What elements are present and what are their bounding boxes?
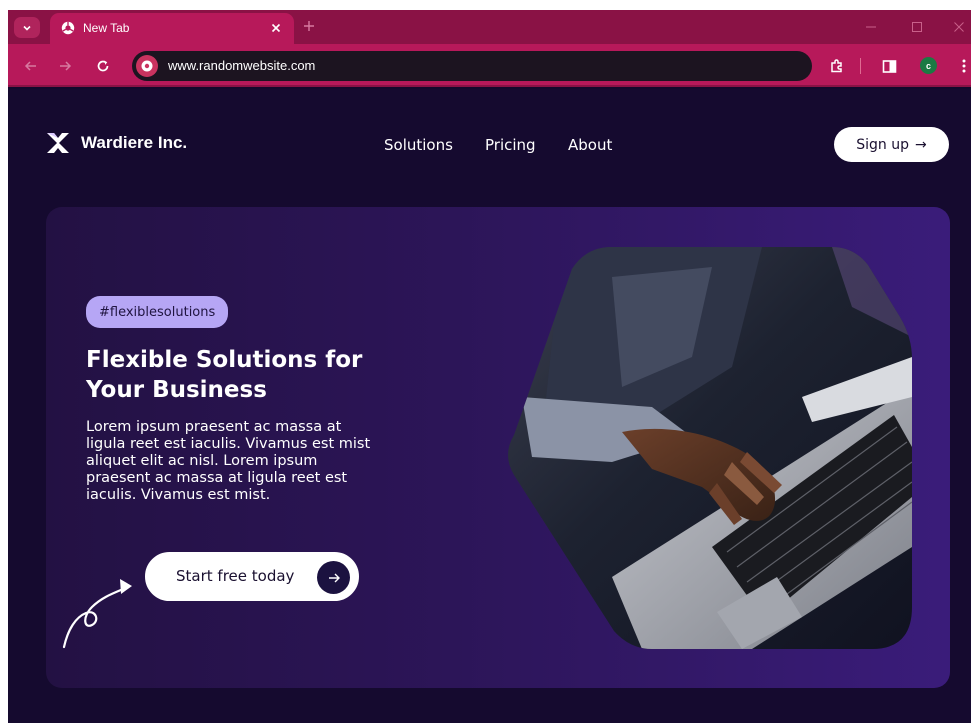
minimize-icon[interactable]	[860, 16, 882, 38]
forward-arrow-icon[interactable]	[56, 57, 74, 75]
side-panel-icon[interactable]	[880, 57, 898, 75]
hashtag-badge: #flexiblesolutions	[86, 296, 229, 328]
hero-headline: Flexible Solutions for Your Business	[86, 347, 363, 403]
hero-section: #flexiblesolutions Flexible Solutions fo…	[46, 207, 950, 688]
site-info-icon[interactable]	[136, 55, 158, 77]
address-bar[interactable]: www.randomwebsite.com	[132, 51, 812, 81]
curly-arrow-icon	[62, 579, 132, 649]
web-page: Wardiere Inc. Solutions Pricing About Si…	[8, 89, 971, 723]
browser-toolbar: www.randomwebsite.com c	[8, 44, 971, 87]
hero-description: Lorem ipsum praesent ac massa at ligula …	[86, 419, 371, 503]
nav-link-about[interactable]: About	[568, 136, 612, 154]
start-free-label: Start free today	[176, 567, 295, 585]
tab-search-button[interactable]	[14, 17, 40, 38]
profile-avatar[interactable]: c	[920, 57, 937, 74]
sign-up-button[interactable]: Sign up →	[834, 127, 949, 162]
laptop-typing-image	[508, 247, 912, 649]
nav-link-solutions[interactable]: Solutions	[384, 136, 453, 154]
arrow-right-icon: →	[915, 136, 927, 153]
chevron-down-icon	[23, 25, 31, 31]
more-options-icon[interactable]	[955, 57, 971, 75]
brand-logo-icon[interactable]	[46, 132, 70, 154]
arrow-right-circle-icon	[317, 561, 350, 594]
browser-tab[interactable]: New Tab	[50, 13, 294, 44]
extensions-icon[interactable]	[828, 57, 846, 75]
url-text: www.randomwebsite.com	[168, 58, 316, 73]
close-window-icon[interactable]	[948, 16, 970, 38]
back-arrow-icon[interactable]	[22, 57, 40, 75]
reload-icon[interactable]	[94, 57, 112, 75]
new-tab-icon[interactable]	[302, 19, 316, 33]
tab-title: New Tab	[83, 21, 130, 35]
start-free-button[interactable]: Start free today	[145, 552, 359, 601]
sign-up-label: Sign up	[856, 136, 909, 153]
brand-name[interactable]: Wardiere Inc.	[81, 133, 187, 153]
chrome-icon	[61, 21, 75, 35]
close-tab-icon[interactable]	[269, 21, 283, 35]
tab-strip: New Tab	[8, 10, 971, 44]
maximize-icon[interactable]	[906, 16, 928, 38]
toolbar-divider	[860, 58, 861, 74]
nav-link-pricing[interactable]: Pricing	[485, 136, 536, 154]
browser-window: New Tab www.randomwebsite.com c Wardiere…	[8, 10, 971, 723]
